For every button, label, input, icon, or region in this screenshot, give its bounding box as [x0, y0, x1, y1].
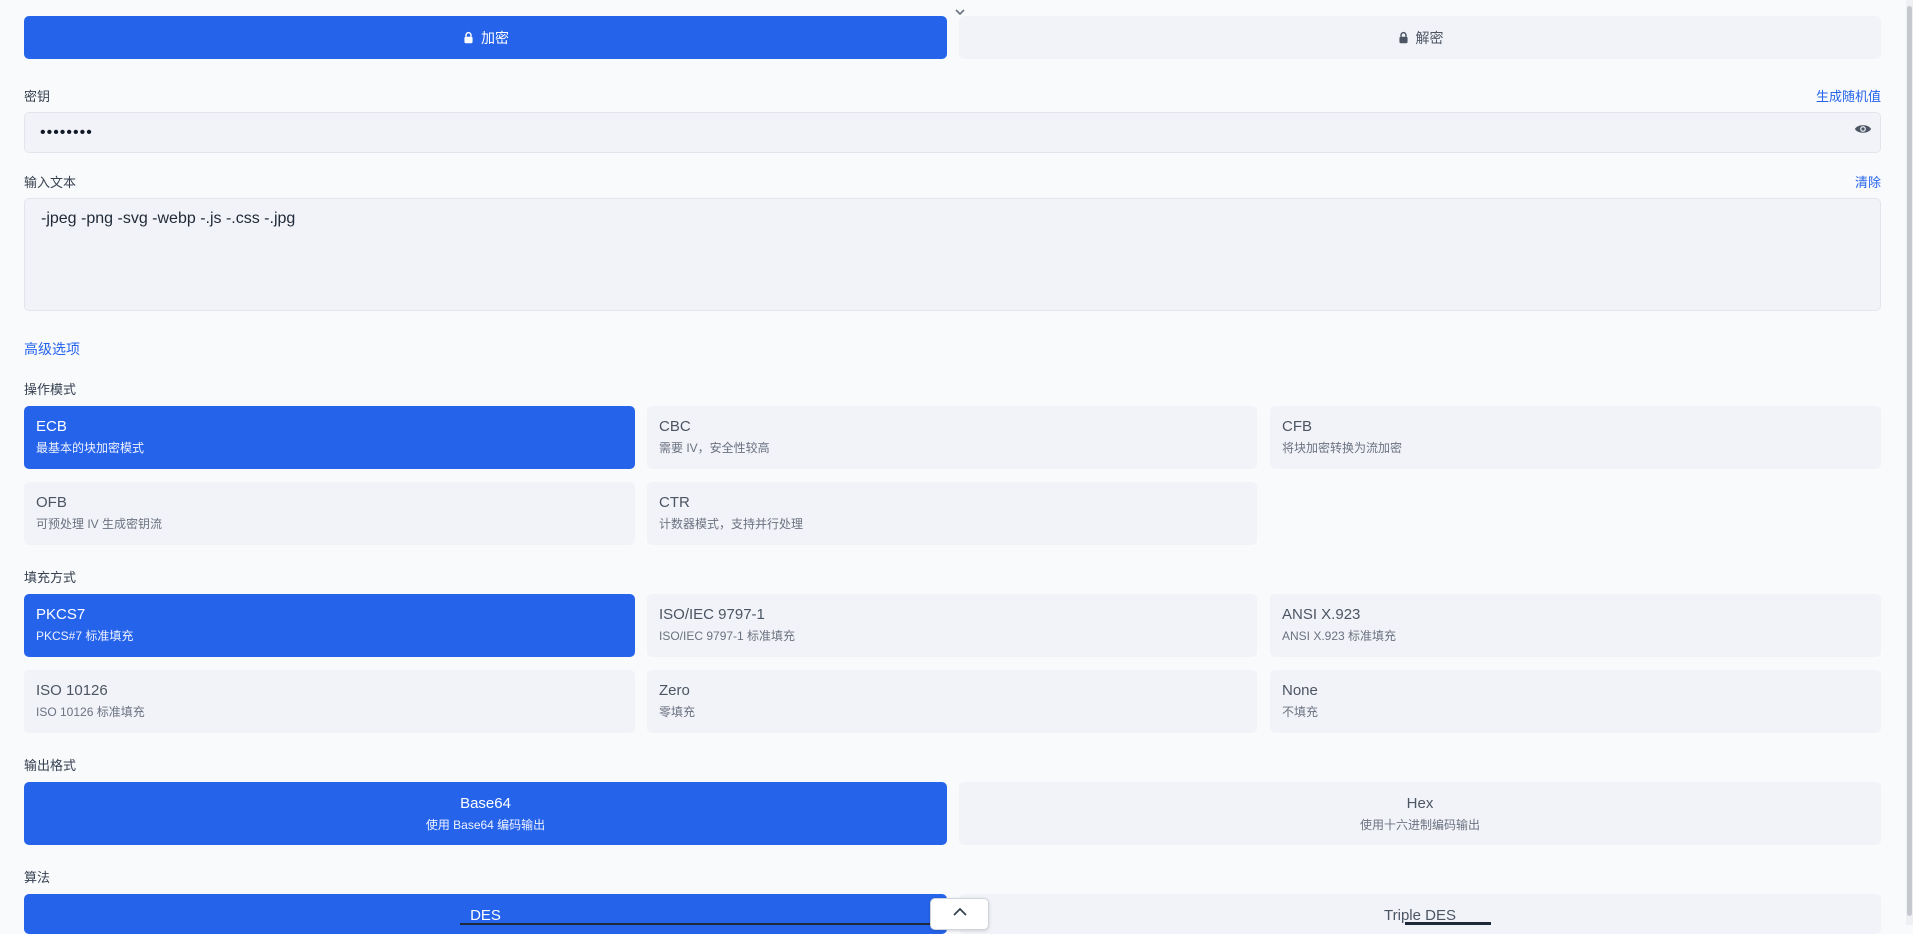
output-option-hex[interactable]: Hex 使用十六进制编码输出 — [959, 782, 1881, 845]
clear-link[interactable]: 清除 — [1855, 172, 1881, 191]
padding-option-desc: ANSI X.923 标准填充 — [1282, 629, 1397, 643]
padding-option-desc: ISO 10126 标准填充 — [36, 705, 145, 719]
key-label: 密钥 — [24, 89, 51, 104]
encrypt-button-label: 加密 — [481, 29, 509, 46]
padding-option-title: ISO 10126 — [36, 682, 108, 699]
padding-option-desc: ISO/IEC 9797-1 标准填充 — [659, 629, 796, 643]
padding-option-title: ISO/IEC 9797-1 — [659, 606, 765, 623]
padding-option-title: PKCS7 — [36, 606, 86, 623]
padding-option-desc: PKCS#7 标准填充 — [36, 629, 134, 643]
padding-label: 填充方式 — [24, 570, 77, 585]
eye-icon[interactable] — [1854, 122, 1872, 136]
padding-option-none[interactable]: None 不填充 — [1270, 670, 1881, 733]
scroll-to-top-button[interactable] — [930, 898, 989, 930]
input-text-label: 输入文本 — [24, 175, 77, 190]
output-option-title: Hex — [1406, 794, 1434, 812]
padding-option-desc: 不填充 — [1282, 705, 1319, 719]
decrypt-button-label: 解密 — [1415, 29, 1444, 46]
mode-option-title: ECB — [36, 418, 67, 435]
output-option-desc: 使用十六进制编码输出 — [1359, 817, 1480, 832]
lock-icon — [464, 31, 473, 44]
padding-option-title: None — [1282, 682, 1318, 699]
mode-option-title: CTR — [659, 494, 690, 511]
mode-option-ctr[interactable]: CTR 计数器模式，支持并行处理 — [647, 482, 1257, 545]
input-textarea[interactable]: -jpeg -png -svg -webp -.js -.css -.jpg — [24, 198, 1881, 311]
padding-option-pkcs7[interactable]: PKCS7 PKCS#7 标准填充 — [24, 594, 635, 657]
mode-option-title: OFB — [36, 494, 67, 511]
mode-option-cbc[interactable]: CBC 需要 IV，安全性较高 — [647, 406, 1257, 469]
algorithm-option-des[interactable]: DES — [24, 894, 947, 934]
padding-option-ansix923[interactable]: ANSI X.923 ANSI X.923 标准填充 — [1270, 594, 1881, 657]
lock-icon — [1398, 31, 1408, 44]
output-option-base64[interactable]: Base64 使用 Base64 编码输出 — [24, 782, 947, 845]
operation-mode-label: 操作模式 — [24, 382, 77, 397]
advanced-options-link[interactable]: 高级选项 — [24, 339, 80, 359]
mode-option-desc: 将块加密转换为流加密 — [1282, 441, 1403, 455]
padding-option-title: ANSI X.923 — [1282, 606, 1361, 623]
padding-option-desc: 零填充 — [659, 705, 696, 719]
mode-option-ofb[interactable]: OFB 可预处理 IV 生成密钥流 — [24, 482, 635, 545]
padding-option-iso9797[interactable]: ISO/IEC 9797-1 ISO/IEC 9797-1 标准填充 — [647, 594, 1257, 657]
input-textarea-value: -jpeg -png -svg -webp -.js -.css -.jpg — [41, 210, 296, 227]
mode-option-desc: 可预处理 IV 生成密钥流 — [36, 517, 163, 531]
key-input-value: •••••••• — [40, 124, 93, 141]
padding-option-title: Zero — [659, 682, 690, 699]
mode-option-ecb[interactable]: ECB 最基本的块加密模式 — [24, 406, 635, 469]
mode-option-desc: 最基本的块加密模式 — [36, 441, 145, 455]
decrypt-button[interactable]: 解密 — [959, 16, 1881, 59]
output-option-desc: 使用 Base64 编码输出 — [425, 817, 546, 832]
scrollbar-thumb[interactable] — [1907, 6, 1912, 916]
generate-random-link[interactable]: 生成随机值 — [1816, 86, 1881, 105]
padding-option-zero[interactable]: Zero 零填充 — [647, 670, 1257, 733]
output-format-label: 输出格式 — [24, 758, 77, 773]
algorithm-label: 算法 — [24, 870, 51, 885]
mode-option-title: CBC — [659, 418, 691, 435]
mode-option-cfb[interactable]: CFB 将块加密转换为流加密 — [1270, 406, 1881, 469]
padding-option-iso10126[interactable]: ISO 10126 ISO 10126 标准填充 — [24, 670, 635, 733]
chevron-up-icon — [952, 907, 967, 916]
algorithm-option-triple-des[interactable]: Triple DES — [959, 894, 1881, 934]
output-option-title: Base64 — [460, 794, 511, 812]
mode-option-title: CFB — [1282, 418, 1312, 435]
mode-option-desc: 需要 IV，安全性较高 — [659, 441, 770, 455]
mode-option-desc: 计数器模式，支持并行处理 — [659, 517, 804, 531]
key-input[interactable]: •••••••• — [24, 112, 1881, 153]
encrypt-button[interactable]: 加密 — [24, 16, 947, 59]
